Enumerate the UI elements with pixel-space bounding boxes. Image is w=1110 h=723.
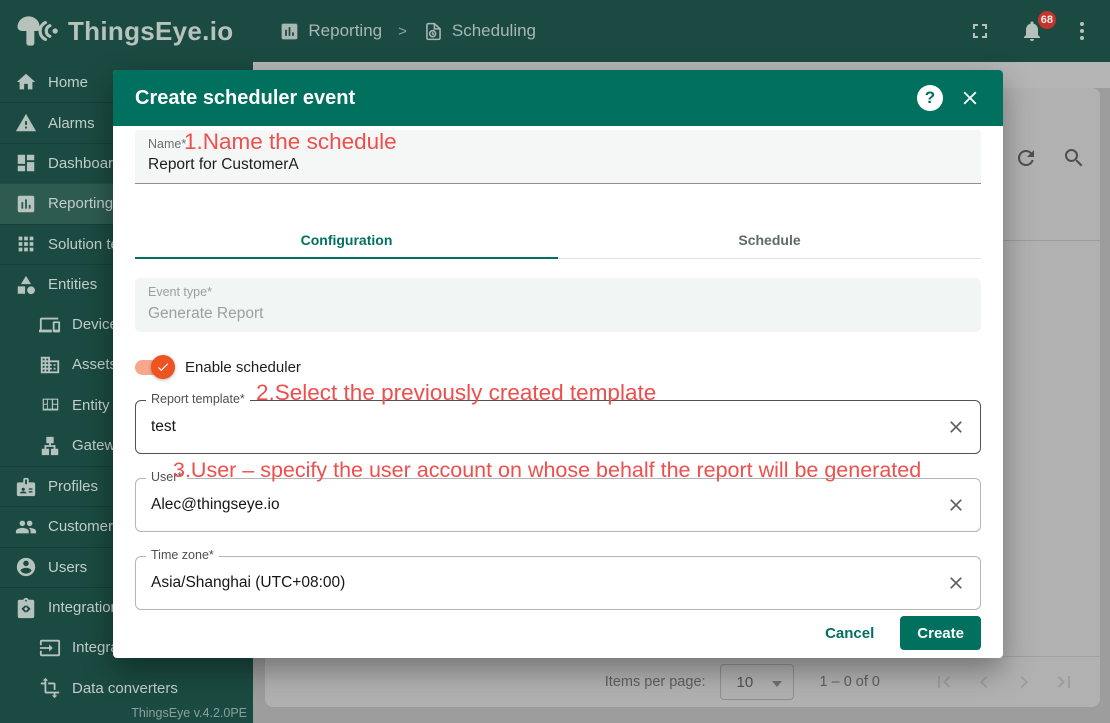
- refresh-icon[interactable]: [1014, 146, 1038, 170]
- dialog-tabs: ConfigurationSchedule: [135, 222, 981, 259]
- account-icon: [15, 556, 37, 578]
- lan-icon: [39, 435, 61, 457]
- dialog-title: Create scheduler event: [135, 87, 355, 110]
- badge-icon: [15, 476, 37, 498]
- reporting-icon: [279, 21, 300, 42]
- event-type-value: Generate Report: [148, 305, 263, 323]
- dialog-header: Create scheduler event ?: [113, 70, 1003, 126]
- clear-timezone-icon[interactable]: [946, 573, 966, 593]
- sidebar-item-label: Users: [48, 559, 87, 576]
- input-icon: [39, 637, 61, 659]
- annotation-1: 1.Name the schedule: [184, 129, 397, 155]
- report-template-label: Report template*: [146, 392, 250, 406]
- domain-icon: [39, 354, 61, 376]
- sidebar-item-label: Home: [48, 74, 88, 91]
- next-page-button[interactable]: [1004, 668, 1044, 696]
- integration-icon: [15, 597, 37, 619]
- warning-icon: [15, 112, 37, 134]
- timezone-field-label: Time zone*: [146, 548, 219, 562]
- sidebar-item-label: Customers: [48, 518, 121, 535]
- fullscreen-icon[interactable]: [968, 19, 992, 43]
- more-menu-icon[interactable]: [1072, 19, 1092, 43]
- devices-icon: [39, 314, 61, 336]
- breadcrumb-label: Reporting: [308, 21, 382, 41]
- annotation-2: 2.Select the previously created template: [256, 380, 656, 406]
- cancel-button[interactable]: Cancel: [825, 625, 874, 642]
- sidebar-item-data-converters[interactable]: Data converters: [0, 668, 253, 708]
- transform-icon: [39, 677, 61, 699]
- breadcrumb-label: Scheduling: [452, 21, 536, 41]
- tab-configuration[interactable]: Configuration: [135, 222, 558, 258]
- breadcrumb-separator: >: [398, 23, 407, 40]
- breadcrumb-item-reporting[interactable]: Reporting: [279, 21, 382, 42]
- app-version-label: ThingsEye v.4.2.0PE: [131, 706, 247, 720]
- people-icon: [15, 516, 37, 538]
- event-type-label: Event type*: [148, 285, 212, 299]
- enable-scheduler-label: Enable scheduler: [185, 359, 301, 376]
- help-icon[interactable]: ?: [917, 85, 943, 111]
- page-size-value: 10: [737, 674, 754, 691]
- notification-badge: 68: [1038, 11, 1056, 29]
- paginator: Items per page: 10 1 – 0 of 0: [265, 656, 1100, 707]
- annotation-3: 3.User – specify the user account on who…: [173, 458, 921, 483]
- top-header: ThingsEye.io Reporting > Scheduling 68: [0, 0, 1110, 62]
- report-template-field[interactable]: Report template* test: [135, 400, 981, 454]
- create-button[interactable]: Create: [900, 616, 981, 650]
- select-caret-icon: [772, 681, 782, 687]
- thingseye-logo-icon: [14, 12, 60, 50]
- timezone-field-value: Asia/Shanghai (UTC+08:00): [151, 574, 345, 592]
- scheduling-icon: [423, 21, 444, 42]
- home-icon: [15, 71, 37, 93]
- first-page-button[interactable]: [924, 668, 964, 696]
- dialog-actions: Cancel Create: [825, 616, 981, 650]
- timezone-field[interactable]: Time zone* Asia/Shanghai (UTC+08:00): [135, 556, 981, 610]
- quilt-icon: [39, 394, 61, 416]
- notifications-bell-icon[interactable]: 68: [1020, 19, 1044, 43]
- user-field[interactable]: User* Alec@thingseye.io: [135, 478, 981, 532]
- sidebar-item-label: Reporting: [48, 195, 113, 212]
- name-field-value: Report for CustomerA: [148, 156, 299, 174]
- tab-schedule[interactable]: Schedule: [558, 222, 981, 258]
- sidebar-item-label: Assets: [72, 356, 117, 373]
- search-icon[interactable]: [1062, 146, 1086, 170]
- app-screen: ThingsEye.io Reporting > Scheduling 68 Hom…: [0, 0, 1110, 723]
- sidebar-item-label: Data converters: [72, 680, 178, 697]
- enable-scheduler-toggle[interactable]: [135, 358, 172, 376]
- previous-page-button[interactable]: [964, 668, 1004, 696]
- logo-text: ThingsEye.io: [68, 16, 233, 47]
- event-type-field: Event type* Generate Report: [135, 278, 981, 332]
- reporting-icon: [15, 193, 37, 215]
- sidebar-item-label: Entities: [48, 276, 97, 293]
- page-range-label: 1 – 0 of 0: [820, 674, 880, 690]
- category-icon: [15, 274, 37, 296]
- sidebar-item-label: Alarms: [48, 115, 95, 132]
- header-actions: 68: [968, 0, 1092, 62]
- breadcrumb-item-scheduling[interactable]: Scheduling: [423, 21, 536, 42]
- name-field-label: Name*: [148, 137, 186, 151]
- apps-icon: [15, 233, 37, 255]
- report-template-value: test: [151, 418, 176, 436]
- create-scheduler-event-dialog: Create scheduler event ? Name* Report fo…: [113, 70, 1003, 658]
- clear-user-icon[interactable]: [946, 495, 966, 515]
- close-icon[interactable]: [959, 87, 981, 109]
- last-page-button[interactable]: [1044, 668, 1084, 696]
- user-field-value: Alec@thingseye.io: [151, 496, 280, 514]
- breadcrumb: Reporting > Scheduling: [279, 21, 536, 42]
- dashboards-icon: [15, 152, 37, 174]
- clear-report-template-icon[interactable]: [946, 417, 966, 437]
- sidebar-item-label: Profiles: [48, 478, 98, 495]
- enable-scheduler-row: Enable scheduler: [135, 354, 301, 380]
- thingseye-logo[interactable]: ThingsEye.io: [14, 12, 233, 50]
- toggle-check-icon: [151, 355, 175, 379]
- items-per-page-label: Items per page:: [605, 674, 706, 690]
- page-size-select[interactable]: 10: [720, 664, 794, 700]
